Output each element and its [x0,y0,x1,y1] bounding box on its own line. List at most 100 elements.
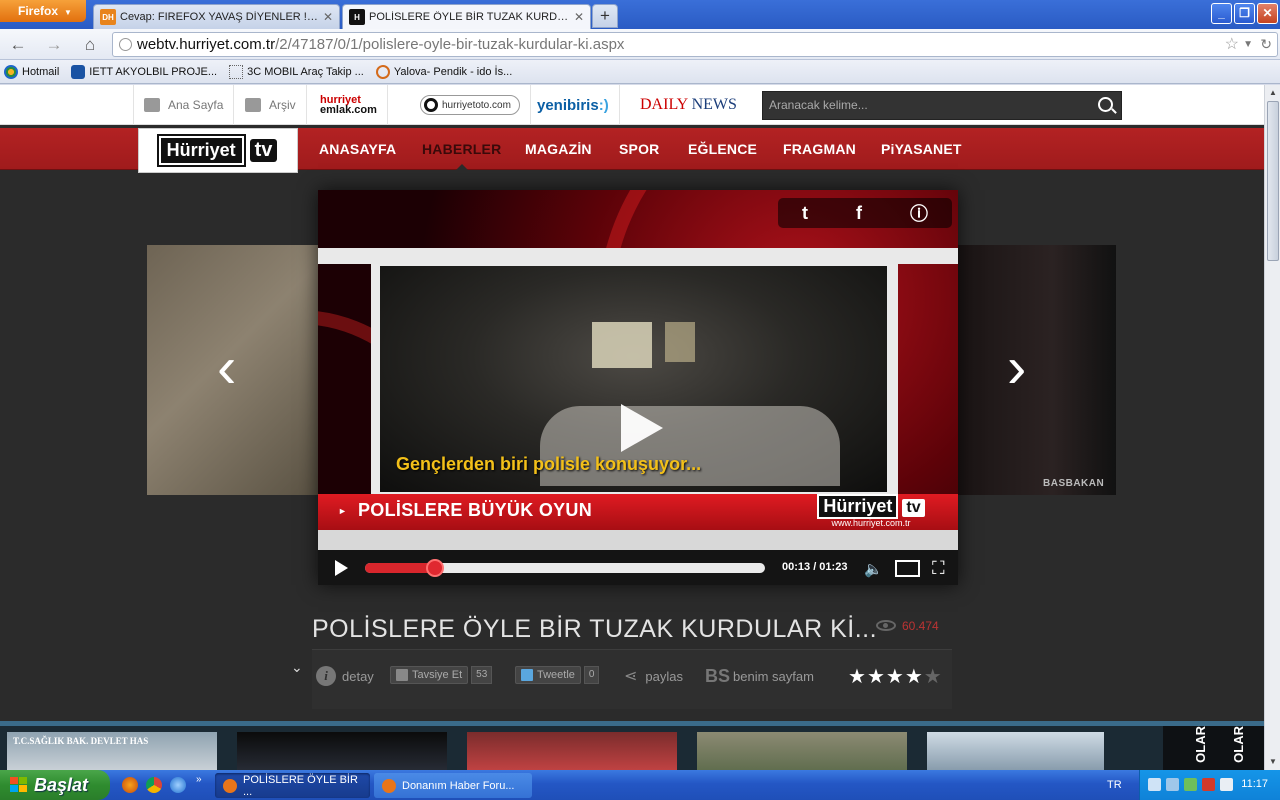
rating-stars[interactable]: ★★★★★ [848,664,943,689]
menu-haberler[interactable]: HABERLER [422,128,501,170]
close-window-button[interactable]: ✕ [1257,3,1278,24]
related-video-thumbnail[interactable] [697,732,907,770]
menu-piyasanet[interactable]: PiYASANET [881,128,962,170]
video-frame[interactable]: Gençlerden biri polisle konuşuyor... POL… [318,190,958,550]
detail-button[interactable]: i detay [316,666,374,686]
fullscreen-icon[interactable]: ⛶ [932,558,945,579]
link-yenibiris[interactable]: yenibiris:) [527,85,620,125]
scrollbar-thumb[interactable] [1267,101,1279,261]
quicklaunch-overflow-icon[interactable]: » [196,774,202,785]
star-filled-icon[interactable]: ★ [867,666,886,688]
main-menu-bar: Hürriyet tv ANASAYFA HABERLER MAGAZİN SPO… [0,128,1264,173]
scroll-down-arrow-icon[interactable]: ▼ [1265,754,1280,770]
chrome-quicklaunch-icon[interactable] [146,777,162,793]
related-video-thumbnail[interactable] [237,732,447,770]
page-scrollbar[interactable]: ▲ ▼ [1264,85,1280,770]
url-domain: webtv.hurriyet.com.tr [137,36,276,53]
globe-icon [119,38,132,51]
twitter-icon[interactable]: t [802,203,808,224]
carousel-next-arrow-icon[interactable]: › [1007,339,1037,400]
bookmarks-toolbar: Hotmail IETT AKYOLBIL PROJE... 3C MOBIL … [0,60,1280,84]
star-filled-icon[interactable]: ★ [886,666,905,688]
maximize-button[interactable]: ❐ [1234,3,1255,24]
link-hurriyetoto[interactable]: hurriyetoto.com [410,85,531,125]
scroll-up-arrow-icon[interactable]: ▲ [1265,85,1280,101]
firefox-icon [382,778,396,793]
related-video-thumbnail[interactable]: T.C.SAĞLIK BAK. DEVLET HAS [7,732,217,770]
seek-handle[interactable] [426,559,445,577]
taskbar-item-hurriyet[interactable]: POLİSLERE ÖYLE BİR ... [215,773,370,798]
menu-eglence[interactable]: EĞLENCE [688,128,757,170]
blank-page-icon [229,64,244,79]
chevron-down-icon: ▼ [64,8,72,17]
forward-arrow-icon[interactable]: → [44,35,64,55]
my-page-button[interactable]: BS benim sayfam [705,666,814,687]
video-subtitle: Gençlerden biri polisle konuşuyor... [396,454,702,474]
site-search-input[interactable]: Aranacak kelime... [762,91,1122,120]
big-play-icon[interactable] [621,404,663,452]
play-icon[interactable] [335,560,348,576]
related-video-thumbnail[interactable] [927,732,1104,770]
star-empty-icon[interactable]: ★ [924,666,943,688]
minimize-button[interactable]: _ [1211,3,1232,24]
bookmark-ido[interactable]: Yalova- Pendik - ido İs... [375,64,512,79]
url-history-dropdown-icon[interactable]: ▼ [1243,33,1253,56]
bs-icon: BS [705,666,731,686]
reload-icon[interactable]: ↻ [1260,33,1272,56]
tab-hurriyet[interactable]: H POLİSLERE ÖYLE BİR TUZAK KURDULAR ... … [342,4,591,29]
video-watermark-logo: Hürriyet tv www.hurriyet.com.tr [798,494,944,532]
recommend-count: 53 [471,666,493,684]
volume-icon[interactable]: 🔈 [864,560,883,578]
star-filled-icon[interactable]: ★ [905,666,924,688]
facebook-recommend-button[interactable]: Tavsiye Et 53 [390,666,493,684]
display-icon[interactable] [1220,778,1233,791]
firefox-menu-button[interactable]: Firefox ▼ [0,0,86,22]
link-ana-sayfa[interactable]: Ana Sayfa [133,85,235,125]
home-icon[interactable]: ⌂ [80,35,100,55]
bookmark-star-icon[interactable]: ☆ [1225,33,1239,56]
network-icon[interactable] [1148,778,1161,791]
ati-icon[interactable] [1202,778,1215,791]
tweet-button[interactable]: Tweetle 0 [515,666,600,684]
expand-chevron-icon[interactable]: ⌄ [291,659,303,676]
volume-tray-icon[interactable] [1166,778,1179,791]
menu-spor[interactable]: SPOR [619,128,659,170]
star-filled-icon[interactable]: ★ [848,666,867,688]
security-icon[interactable] [1184,778,1197,791]
close-tab-icon[interactable]: ✕ [323,10,333,24]
share-button[interactable]: ⋖ paylas [624,666,683,686]
side-panel-tab[interactable]: OLAR OLAR [1163,726,1264,770]
menu-magazin[interactable]: MAGAZİN [525,128,592,170]
facebook-icon[interactable]: f [856,203,862,224]
language-indicator[interactable]: TR [1107,779,1122,791]
link-hurriyet-emlak[interactable]: hurriyet emlak.com [310,85,388,125]
search-icon[interactable] [1098,97,1113,112]
share-overlay: t f ⓘ [778,198,952,228]
hurriyet-tv-logo[interactable]: Hürriyet tv [138,128,298,173]
start-button[interactable]: Başlat [0,770,110,800]
firefox-icon [223,778,237,793]
tab-title: POLİSLERE ÖYLE BİR TUZAK KURDULAR ... [369,11,569,23]
bookmark-3c-mobil[interactable]: 3C MOBIL Araç Takip ... [229,64,364,79]
url-bar[interactable]: webtv.hurriyet.com.tr/2/47187/0/1/polisl… [112,32,1278,57]
carousel-prev-arrow-icon[interactable]: ‹ [217,339,247,400]
firefox-quicklaunch-icon[interactable] [122,777,138,793]
new-tab-button[interactable]: + [592,4,618,28]
seek-bar[interactable] [365,559,765,577]
ie-quicklaunch-icon[interactable] [170,777,186,793]
related-video-thumbnail[interactable] [467,732,677,770]
bookmark-iett[interactable]: IETT AKYOLBIL PROJE... [71,64,217,79]
tab-donanimhaber[interactable]: DH Cevap: FIREFOX YAVAŞ DİYENLER !!; RE.… [93,4,340,29]
menu-anasayfa[interactable]: ANASAYFA [319,128,396,170]
browser-tab-bar: Firefox ▼ DH Cevap: FIREFOX YAVAŞ DİYENLE… [0,0,1280,29]
back-arrow-icon[interactable]: ← [8,35,28,55]
close-tab-icon[interactable]: ✕ [574,10,584,24]
menu-fragman[interactable]: FRAGMAN [783,128,856,170]
link-daily-news[interactable]: DAILY NEWS [630,85,747,125]
widescreen-icon[interactable] [895,560,920,577]
link-arsiv[interactable]: Arşiv [235,85,307,125]
taskbar-item-donanimhaber[interactable]: Donanım Haber Foru... [374,773,532,798]
bookmark-hotmail[interactable]: Hotmail [4,64,59,79]
info-icon[interactable]: ⓘ [910,200,928,226]
scene-light [665,322,695,362]
